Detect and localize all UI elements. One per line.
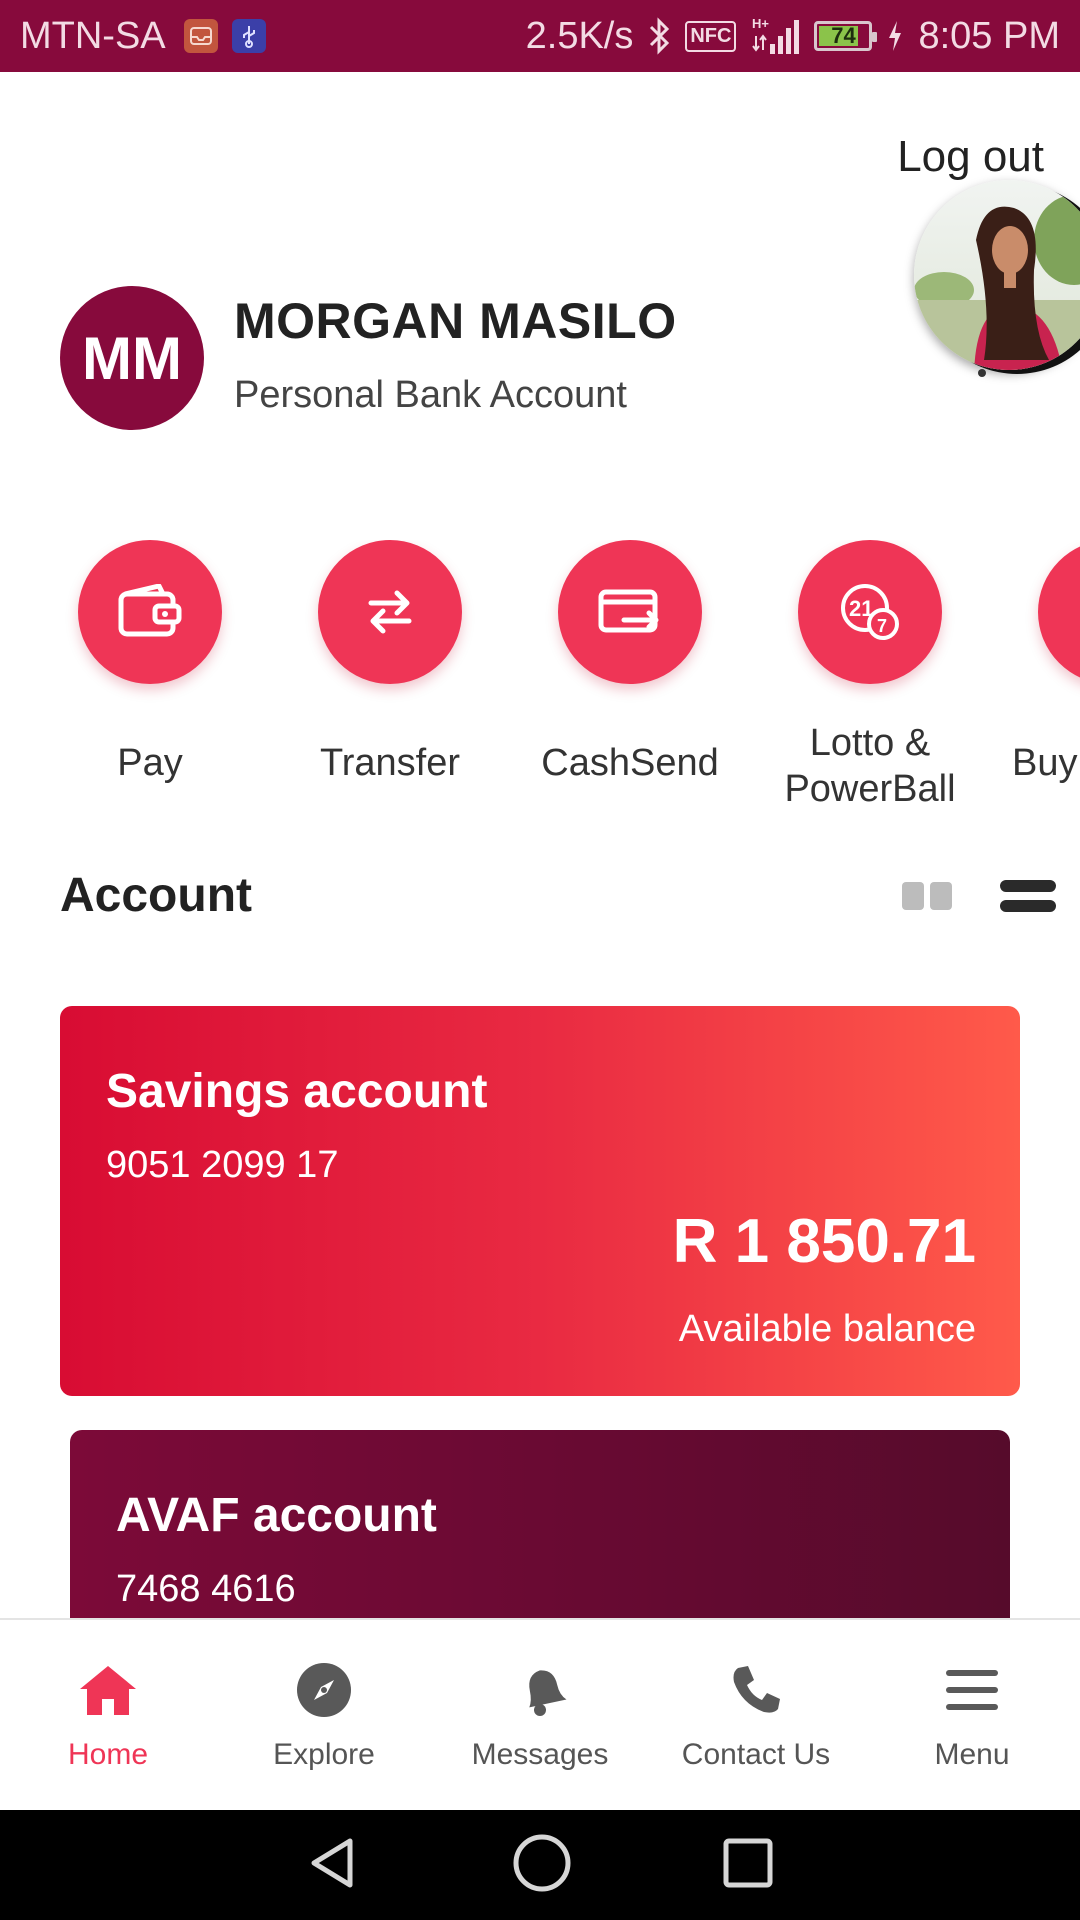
nav-explore[interactable]: Explore xyxy=(216,1620,432,1810)
recents-square-icon[interactable] xyxy=(722,1837,774,1894)
account-name: AVAF account xyxy=(116,1489,437,1542)
nav-label: Menu xyxy=(934,1738,1010,1771)
nav-label: Contact Us xyxy=(681,1738,831,1771)
home-circle-icon[interactable] xyxy=(512,1833,572,1898)
phone-icon xyxy=(724,1662,788,1718)
nav-contact-us[interactable]: Contact Us xyxy=(648,1620,864,1810)
nfc-label: NFC xyxy=(690,24,732,47)
buy-icon[interactable] xyxy=(1038,540,1080,684)
compass-icon xyxy=(292,1662,356,1718)
avatar-initials: MM xyxy=(82,324,182,392)
usb-icon xyxy=(231,19,266,53)
savings-account-card[interactable]: Savings account 9051 2099 17 R 1 850.71 … xyxy=(60,1006,1020,1396)
carrier-label: MTN-SA xyxy=(20,14,166,57)
logout-button[interactable]: Log out xyxy=(897,132,1044,182)
bottom-navigation: Home Explore Messages Contact Us Menu xyxy=(0,1618,1080,1810)
nav-label: Messages xyxy=(471,1738,609,1771)
action-label: CashSend xyxy=(541,742,719,784)
profile-photo[interactable] xyxy=(914,180,1080,370)
action-cashsend[interactable]: CashSend xyxy=(510,540,750,786)
battery-icon: 74 xyxy=(814,21,878,51)
action-label-line1: Lotto & xyxy=(809,722,931,764)
account-section-title: Account xyxy=(60,869,252,922)
menu-icon xyxy=(940,1662,1004,1718)
avatar: MM xyxy=(60,286,204,430)
nav-menu[interactable]: Menu xyxy=(864,1620,1080,1810)
nav-home[interactable]: Home xyxy=(0,1620,216,1810)
transfer-arrows-icon[interactable] xyxy=(318,540,462,684)
user-name: MORGAN MASILO xyxy=(234,293,677,349)
nav-label: Home xyxy=(67,1738,149,1771)
balance-label: Available balance xyxy=(678,1308,976,1350)
cashsend-card-icon[interactable] xyxy=(558,540,702,684)
nav-messages[interactable]: Messages xyxy=(432,1620,648,1810)
nfc-icon: NFC xyxy=(685,20,737,52)
action-transfer[interactable]: Transfer xyxy=(270,540,510,786)
list-view-toggle-icon[interactable] xyxy=(1000,880,1056,912)
account-number: 9051 2099 17 xyxy=(106,1144,339,1186)
grid-view-toggle-icon[interactable] xyxy=(902,882,952,910)
system-navigation-bar xyxy=(0,1810,1080,1920)
quick-actions-row: Pay Transfer CashSend 21 7 Lotto & PowerB… xyxy=(0,540,1080,820)
battery-level: 74 xyxy=(831,23,856,48)
status-bar: MTN-SA 2.5K/s NFC H+ 74 8:05 PM xyxy=(0,0,1080,72)
bluetooth-icon xyxy=(647,17,671,55)
photo-indicator-dot xyxy=(978,369,986,377)
action-label-line2: PowerBall xyxy=(784,768,956,810)
gallery-app-icon xyxy=(183,19,218,53)
account-balance: R 1 850.71 xyxy=(672,1207,976,1276)
home-icon xyxy=(76,1662,140,1718)
clock: 8:05 PM xyxy=(918,14,1060,57)
charging-icon xyxy=(886,19,904,53)
action-label-multiline: Lotto & PowerBall xyxy=(750,720,990,812)
svg-text:H+: H+ xyxy=(752,16,769,31)
action-label: Pay xyxy=(117,742,183,784)
account-name: Savings account xyxy=(106,1065,488,1118)
back-icon[interactable] xyxy=(306,1835,362,1896)
network-speed: 2.5K/s xyxy=(525,14,634,57)
action-lotto[interactable]: 21 7 Lotto & PowerBall xyxy=(750,540,990,812)
action-label: Transfer xyxy=(319,742,461,784)
bell-icon xyxy=(508,1662,572,1718)
svg-text:7: 7 xyxy=(877,616,887,636)
wallet-icon[interactable] xyxy=(78,540,222,684)
account-number: 7468 4616 xyxy=(116,1568,296,1610)
action-pay[interactable]: Pay xyxy=(30,540,270,786)
signal-icon: H+ xyxy=(750,16,800,56)
lotto-balls-icon[interactable]: 21 7 xyxy=(798,540,942,684)
action-label: Buy xyxy=(1012,742,1078,784)
action-buy[interactable]: Buy xyxy=(990,540,1080,786)
nav-label: Explore xyxy=(273,1738,375,1771)
account-type-label: Personal Bank Account xyxy=(234,374,627,416)
